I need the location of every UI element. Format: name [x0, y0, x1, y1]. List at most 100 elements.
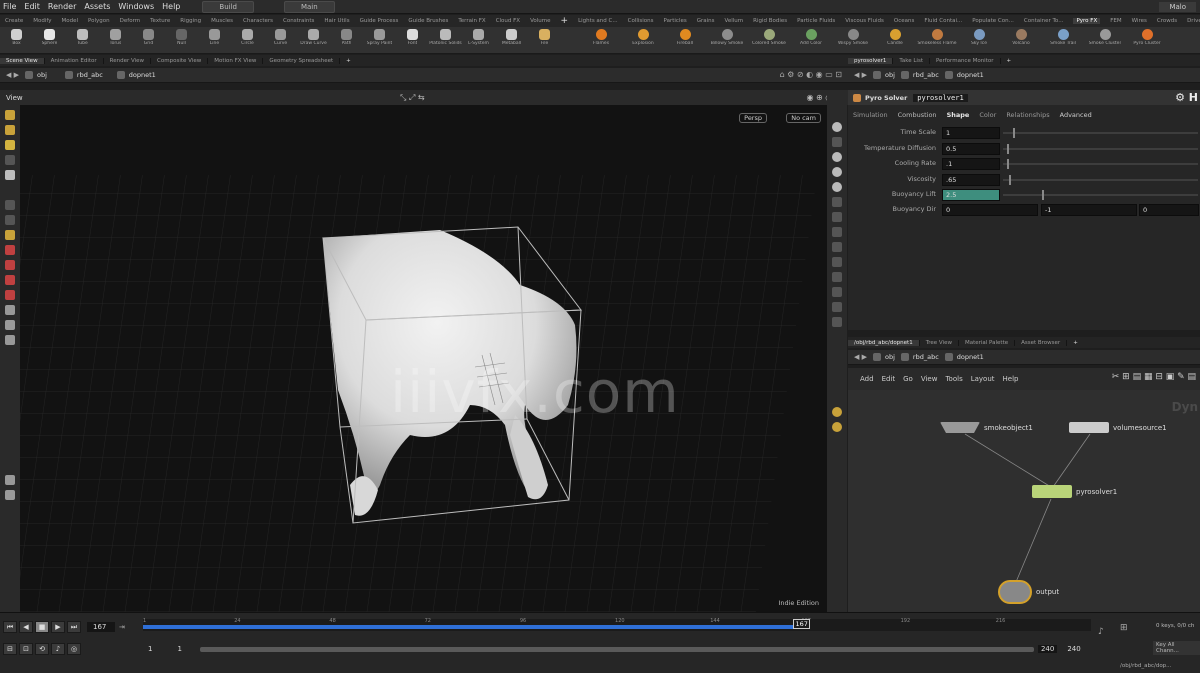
menu-windows[interactable]: Windows — [118, 2, 154, 11]
jump-end-icon[interactable]: ⏭ — [67, 621, 81, 633]
shelf-tool[interactable]: Box — [0, 27, 33, 53]
tab-network[interactable]: /obj/rbd_abc/dopnet1 — [848, 339, 920, 346]
shelf-tab[interactable]: Crowds — [1157, 18, 1177, 24]
step-back-icon[interactable]: ◀ — [19, 621, 33, 633]
tab-simulation[interactable]: Simulation — [848, 111, 893, 119]
shelf-tool[interactable]: Torus — [99, 27, 132, 53]
abc-icon[interactable] — [832, 317, 842, 327]
keyframe-icon[interactable]: ⊟ — [3, 643, 17, 655]
select-tool-icon[interactable] — [5, 110, 15, 120]
lock-camera-icon[interactable] — [832, 137, 842, 147]
tab-geometry-spreadsheet[interactable]: Geometry Spreadsheet — [263, 57, 341, 64]
start-frame-field[interactable]: 1 — [148, 645, 152, 653]
key-all-channels-button[interactable]: Key All Chann... — [1153, 641, 1200, 655]
brush-tool-icon[interactable] — [5, 230, 15, 240]
shelf-tab[interactable]: Particle Fluids — [797, 18, 835, 24]
current-frame-marker[interactable]: 167 — [793, 619, 810, 629]
back-arrow-icon[interactable]: ◀ ▶ — [6, 71, 19, 79]
shelf-tool[interactable]: Curve — [264, 27, 297, 53]
tab-render-view[interactable]: Render View — [104, 57, 152, 64]
tab-composite-view[interactable]: Composite View — [151, 57, 209, 64]
ghost-icon[interactable] — [832, 197, 842, 207]
persp-menu[interactable]: Persp — [739, 113, 767, 123]
desktop-selector[interactable]: Build — [202, 0, 254, 13]
uv-icon[interactable] — [832, 287, 842, 297]
shelf-tool[interactable]: Path — [330, 27, 363, 53]
lock-tool-icon[interactable] — [5, 170, 15, 180]
buoyancy-dir-x-field[interactable]: 0 — [942, 204, 1038, 216]
shelf-tool[interactable]: Add Color — [790, 27, 832, 53]
grid-icon[interactable] — [832, 302, 842, 312]
slider-knob[interactable] — [1012, 128, 1015, 138]
shelf-tab[interactable]: Drive Si... — [1187, 18, 1200, 24]
pane-options-icons[interactable]: ⌂ ⚙ ⊘ ◐ ◉ ▭ ⊡ — [780, 70, 842, 79]
shelf-tool[interactable]: Platonic Solids — [429, 27, 462, 53]
display-options-icon[interactable] — [832, 122, 842, 132]
shelf-tool[interactable]: Circle — [231, 27, 264, 53]
slider-knob[interactable] — [1006, 143, 1009, 154]
path-rbd-abc[interactable]: rbd_abc — [64, 71, 103, 79]
add-tab-button[interactable]: + — [340, 58, 357, 64]
start-frame-field-2[interactable]: 1 — [177, 645, 181, 653]
jump-start-icon[interactable]: ⏮ — [3, 621, 17, 633]
shelf-tool[interactable]: Metaball — [495, 27, 528, 53]
magnet-tool-3-icon[interactable] — [5, 275, 15, 285]
slider-knob[interactable] — [1006, 159, 1009, 169]
render-region-icon[interactable] — [5, 475, 15, 485]
desktop-selector-main[interactable]: Main — [283, 0, 335, 13]
param-value-field[interactable]: 0.5 — [942, 142, 1000, 155]
shelf-tab[interactable]: Pyro FX — [1073, 18, 1101, 24]
shelf-tab[interactable]: Wires — [1132, 18, 1147, 24]
shelf-tool[interactable]: Smoke Cluster — [1084, 27, 1126, 53]
shelf-tab[interactable]: Vellum — [725, 18, 744, 24]
path-obj[interactable]: obj — [873, 353, 895, 361]
handle-tool-icon[interactable] — [5, 215, 15, 225]
network-editor[interactable]: Add Edit Go View Tools Layout Help ✂ ⊞ ▤… — [848, 368, 1200, 612]
shelf-tab[interactable]: Characters — [243, 18, 273, 24]
view-tools-icons[interactable]: ⤡ ⤢ ⇆ — [400, 93, 425, 103]
node-output[interactable]: output — [998, 580, 1059, 604]
shelf-tool[interactable]: Candle — [874, 27, 916, 53]
tab-asset-browser[interactable]: Asset Browser — [1015, 339, 1068, 346]
path-obj[interactable]: obj — [873, 71, 895, 79]
shelf-tool[interactable]: Tube — [66, 27, 99, 53]
tab-relationships[interactable]: Relationships — [1001, 111, 1054, 119]
shading-icon[interactable] — [832, 167, 842, 177]
tab-combustion[interactable]: Combustion — [893, 111, 942, 119]
tab-shape[interactable]: Shape — [942, 111, 975, 119]
menu-assets[interactable]: Assets — [84, 2, 110, 11]
move-tool-icon[interactable] — [5, 125, 15, 135]
path-dopnet1[interactable]: dopnet1 — [944, 353, 984, 361]
param-slider[interactable] — [1003, 190, 1198, 200]
shelf-tool[interactable]: Smoke Trail — [1042, 27, 1084, 53]
grid-snap-icon[interactable] — [5, 320, 15, 330]
tab-scene-view[interactable]: Scene View — [0, 57, 45, 64]
pivot-icon[interactable] — [5, 335, 15, 345]
shelf-tool[interactable]: Fireball — [664, 27, 706, 53]
vertex-icon[interactable] — [832, 242, 842, 252]
tab-take-list[interactable]: Take List — [893, 57, 930, 64]
shelf-tab[interactable]: Hair Utils — [324, 18, 349, 24]
user-name[interactable]: Malo — [1159, 2, 1196, 12]
shelf-tool[interactable]: Billowy Smoke — [706, 27, 748, 53]
tab-advanced[interactable]: Advanced — [1055, 111, 1097, 119]
param-value-field[interactable]: .1 — [942, 158, 1000, 170]
shelf-tab[interactable]: Rigid Bodies — [753, 18, 787, 24]
range-icon[interactable]: ◎ — [67, 643, 81, 655]
light-icon[interactable] — [832, 152, 842, 162]
timeline-bar[interactable]: 124487296120144167192216 167 — [143, 618, 1091, 631]
param-value-field[interactable]: 1 — [942, 127, 1000, 139]
shelf-tab[interactable]: Particles — [664, 18, 687, 24]
add-tab-button[interactable]: + — [1001, 58, 1018, 64]
add-shelf-tab-button[interactable]: + — [561, 16, 569, 26]
shelf-tab[interactable]: Guide Brushes — [408, 18, 448, 24]
tab-material-palette[interactable]: Material Palette — [959, 339, 1016, 346]
add-tab-button[interactable]: + — [1067, 340, 1084, 346]
param-value-field[interactable]: 2.5 — [942, 189, 1000, 201]
shelf-tool[interactable]: Explosion — [622, 27, 664, 53]
shelf-tab[interactable]: Create — [5, 18, 23, 24]
sound-icon[interactable]: ♪ — [51, 643, 65, 655]
prim-icon[interactable] — [832, 272, 842, 282]
current-frame-field[interactable]: 167 — [87, 622, 115, 632]
shelf-tab[interactable]: Fluid Contai... — [924, 18, 962, 24]
